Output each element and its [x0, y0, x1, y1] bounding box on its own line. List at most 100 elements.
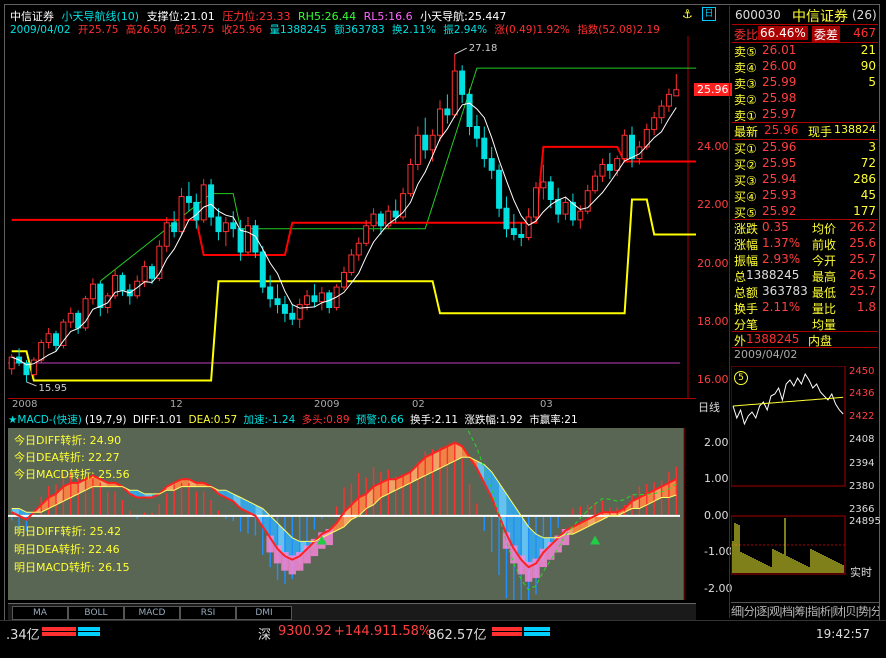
mini-realtime-label[interactable]: 实时	[850, 564, 872, 580]
status-index-meter	[492, 627, 552, 631]
candle-body	[370, 213, 377, 227]
candle-body	[208, 184, 215, 218]
sell-row: 卖④ 26.00 90	[732, 59, 878, 75]
rp-nowhand-label: 现手	[808, 125, 833, 139]
sell-row-label: 卖⑤	[734, 45, 757, 59]
candle-body	[363, 225, 370, 244]
tab-dmi[interactable]: DMI	[236, 606, 292, 620]
stat-row: 换手 2.11% 量比 1.8	[732, 300, 878, 316]
stat-row-label: 涨幅	[734, 238, 759, 252]
price-axis-tick: 16.00	[697, 373, 729, 387]
turnover-value: 2.11	[434, 414, 459, 426]
candle-body	[562, 201, 569, 215]
candle-body	[274, 298, 281, 306]
rp-nowhand-value: 138824	[834, 123, 876, 136]
price-axis-tick: 24.00	[697, 139, 729, 153]
macd-negative-zone	[532, 558, 540, 579]
status-index-meter-2	[492, 632, 552, 636]
right-panel-divider	[729, 6, 730, 618]
buy-row: 买③ 25.94 286	[732, 172, 878, 188]
anchor-icon[interactable]: ⚓	[682, 7, 693, 21]
sell-row-label: 卖④	[734, 61, 757, 75]
candle-body	[510, 228, 517, 236]
sell-row-price: 26.01	[762, 43, 797, 57]
mini-badge[interactable]: 5	[734, 371, 748, 385]
period-label[interactable]: 日线	[698, 399, 720, 415]
price-axis-tick: 20.00	[697, 256, 729, 270]
rp-latest-label: 最新	[734, 125, 759, 139]
rp-latest-value: 25.96	[764, 123, 799, 137]
candle-body	[392, 210, 399, 218]
candle-body	[355, 242, 362, 256]
tab-boll[interactable]: BOLL	[68, 606, 124, 620]
rp-sep-1	[732, 24, 878, 25]
buy-row-volume: 3	[868, 140, 876, 154]
candle-body	[525, 216, 532, 238]
stat-row-value-2: 25.6	[849, 236, 876, 250]
candle-body	[38, 342, 45, 361]
candle-body	[414, 134, 421, 165]
candlestick-chart[interactable]: 27.18 15.95	[8, 36, 696, 398]
tab-rsi[interactable]: RSI	[180, 606, 236, 620]
date-label-2009: 2009	[314, 399, 340, 410]
buy-row-volume: 177	[853, 204, 876, 218]
stat-row-value-2: 25.7	[849, 284, 876, 298]
buy-row-price: 25.93	[762, 188, 797, 202]
buy-row-label: 买③	[734, 174, 757, 188]
candle-body	[245, 225, 251, 253]
tab-macd[interactable]: MACD	[124, 606, 180, 620]
rp-latest-row: 最新 25.96 现手 138824	[732, 123, 878, 139]
stat-row-label-2: 最低	[812, 286, 837, 300]
buy-row-label: 买①	[734, 142, 757, 156]
candle-body	[429, 134, 436, 151]
quote-high: 高26.50	[125, 24, 167, 36]
accel-label: 加速:	[243, 414, 269, 426]
stat-row-value: 2.93%	[762, 252, 801, 266]
buy-row-price: 25.94	[762, 172, 797, 186]
candle-body	[53, 333, 59, 346]
rp-name[interactable]: 中信证券	[792, 6, 848, 26]
dea-label: DEA:	[188, 414, 214, 426]
turnover-label: 换手:	[410, 414, 435, 426]
candle-body	[488, 158, 495, 171]
change-amp-value: 1.92	[499, 414, 523, 426]
candle-body	[230, 222, 237, 230]
today-dea-turn: 今日DEA转折: 22.27	[14, 451, 120, 464]
status-bar: .34亿 深 9300.92 +144.91 1.58% 862.57亿 19:…	[0, 620, 886, 655]
candle-body	[178, 196, 185, 233]
status-index-value: 9300.92	[278, 624, 332, 639]
candle-body	[599, 163, 606, 177]
current-price-tag: 25.96	[694, 82, 732, 96]
mini-axis-tick: 2422	[849, 411, 875, 422]
candle-body	[665, 93, 672, 107]
candle-body	[60, 321, 67, 346]
candle-body	[67, 312, 74, 323]
candle-body	[259, 251, 266, 288]
today-diff-turn: 今日DIFF转折: 24.90	[14, 434, 122, 447]
rp-bottom-tabs[interactable]: 细|分|逐|观|档|筹|指|析|财|贝|势|分	[731, 602, 879, 619]
mini-vol-label: 24895	[849, 516, 881, 527]
stat-row-value-2: 26.2	[849, 220, 876, 234]
quote-amplitude: 振2.94%	[443, 24, 488, 36]
rp-page: (26)	[852, 8, 877, 22]
bull-value: 0.89	[326, 414, 350, 426]
stat-row-label: 振幅	[734, 254, 759, 268]
macd-title[interactable]: ★MACD-(快速)	[8, 414, 82, 426]
candle-body	[533, 187, 539, 218]
rp-outer-value: 1388245	[746, 332, 800, 346]
candle-body	[518, 234, 525, 238]
tomorrow-dea-turn: 明日DEA转折: 22.46	[14, 543, 120, 556]
quote-volume: 量1388245	[269, 24, 327, 36]
stat-row-label-2: 前收	[812, 238, 837, 252]
rp-mini-date: 2009/04/02	[734, 348, 798, 361]
tab-ma[interactable]: MA	[12, 606, 68, 620]
intraday-mini-chart[interactable]	[731, 366, 847, 576]
period-day-icon[interactable]: 日	[702, 7, 716, 21]
pe-value: 21	[564, 414, 578, 426]
candle-body	[200, 184, 207, 221]
stat-row: 总 1388245 最高 26.5	[732, 268, 878, 284]
macd-header: ★MACD-(快速) (19,7,9) DIFF:1.01 DEA:0.57 加速…	[8, 412, 696, 426]
quote-index: 指数(52.08)2.19	[577, 24, 660, 36]
candle-body	[304, 295, 311, 306]
stat-row-label-2: 量比	[812, 302, 837, 316]
